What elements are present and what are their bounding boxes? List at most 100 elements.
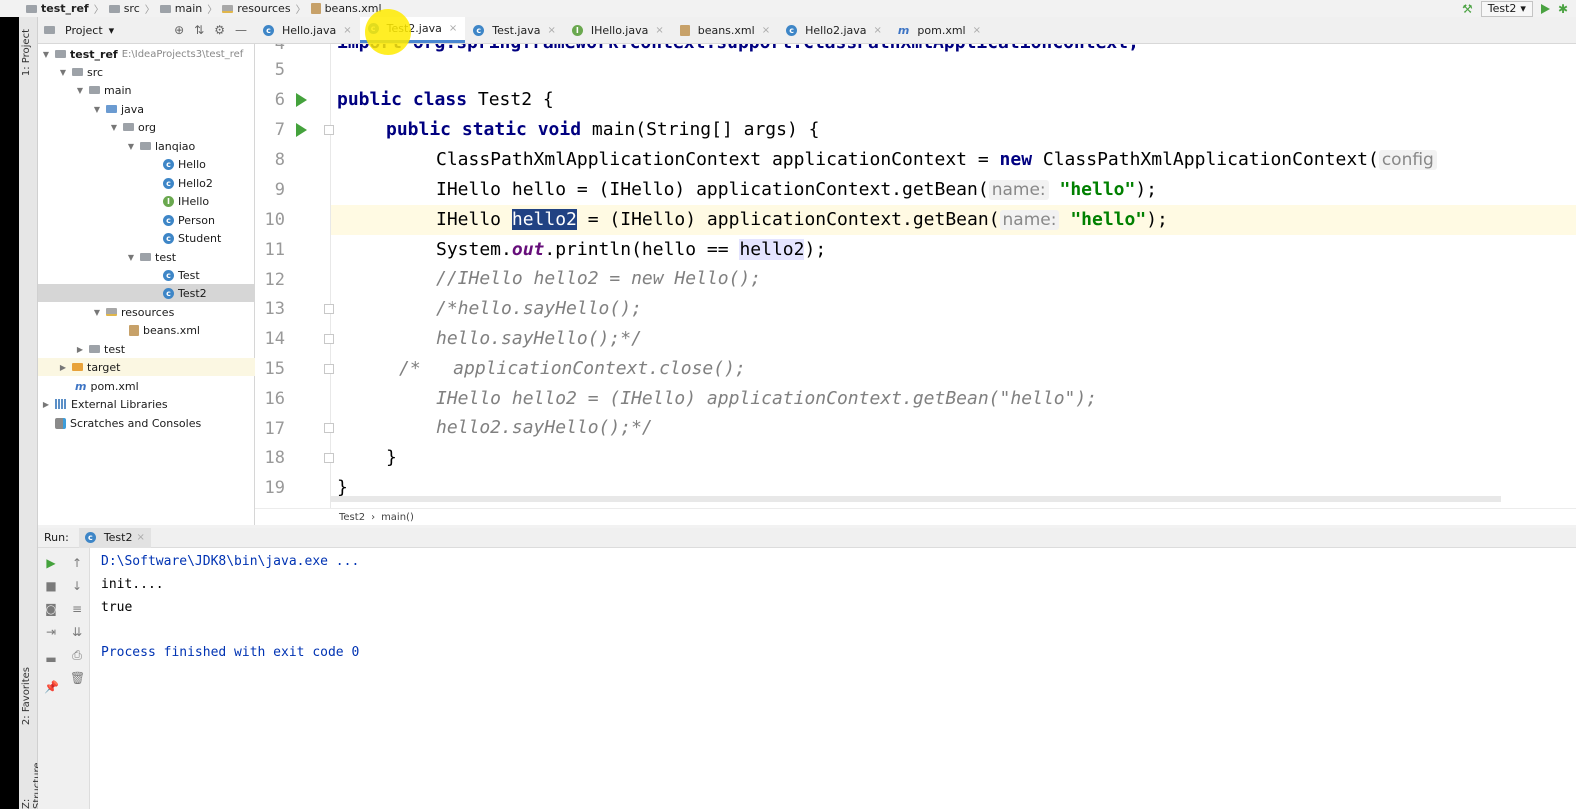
tab-test-java[interactable]: c Test.java × bbox=[465, 17, 564, 43]
tab-beans-xml[interactable]: beans.xml × bbox=[672, 17, 778, 43]
crumb-beans-xml[interactable]: beans.xml bbox=[310, 2, 382, 15]
tab-hello2-java[interactable]: c Hello2.java × bbox=[778, 17, 890, 43]
parameter-hint: name: bbox=[988, 180, 1049, 200]
tree-item-person[interactable]: c Person bbox=[38, 211, 255, 229]
tree-item-scratches[interactable]: Scratches and Consoles bbox=[38, 414, 255, 432]
close-icon[interactable]: × bbox=[449, 23, 457, 34]
line-number: 16 bbox=[264, 389, 285, 409]
favorites-tool-button[interactable]: 2: Favorites bbox=[21, 667, 32, 725]
fold-marker-icon[interactable] bbox=[324, 304, 334, 314]
tree-item-root[interactable]: ▼ test_ref E:\IdeaProjects3\test_ref bbox=[38, 45, 255, 63]
tool-window-strip: 1: Project 2: Favorites Z: Structure bbox=[19, 17, 43, 809]
expand-arrow-icon[interactable]: ▼ bbox=[41, 50, 51, 59]
tab-pom-xml[interactable]: m pom.xml × bbox=[890, 17, 989, 43]
expand-arrow-icon[interactable]: ▼ bbox=[75, 86, 85, 95]
line-number: 5 bbox=[274, 60, 285, 80]
crumb-src[interactable]: src 〉 bbox=[108, 1, 160, 16]
tree-item-resources[interactable]: ▼ resources bbox=[38, 303, 255, 321]
chevron-down-icon[interactable]: ▾ bbox=[109, 24, 115, 37]
collapse-arrow-icon[interactable]: ▶ bbox=[41, 400, 51, 409]
tree-item-pom[interactable]: m pom.xml bbox=[38, 377, 255, 395]
tab-hello-java[interactable]: c Hello.java × bbox=[255, 17, 360, 43]
close-icon[interactable]: × bbox=[655, 25, 663, 36]
camera-icon[interactable]: ◙ bbox=[44, 602, 58, 616]
tab-ihello-java[interactable]: I IHello.java × bbox=[564, 17, 672, 43]
package-icon bbox=[123, 123, 134, 131]
run-play-icon[interactable] bbox=[1540, 3, 1550, 14]
tree-item-test2[interactable]: c Test2 bbox=[38, 284, 255, 302]
tree-item-hello2[interactable]: c Hello2 bbox=[38, 174, 255, 192]
code-editor[interactable]: 4 5 6 7 8 9 10 11 12 13 14 15 16 17 18 1… bbox=[255, 44, 1576, 508]
close-icon[interactable]: × bbox=[547, 25, 555, 36]
horizontal-scrollbar[interactable] bbox=[331, 496, 1501, 502]
tree-item-test-package[interactable]: ▼ test bbox=[38, 248, 255, 266]
crumb-main[interactable]: main 〉 bbox=[159, 1, 222, 16]
project-tool-button[interactable]: 1: Project bbox=[21, 29, 32, 76]
expand-arrow-icon[interactable]: ▼ bbox=[126, 142, 136, 151]
project-view-select[interactable]: Project bbox=[65, 24, 103, 37]
collapse-all-icon[interactable]: ⇅ bbox=[194, 23, 204, 37]
class-icon: c bbox=[84, 532, 96, 543]
fold-marker-icon[interactable] bbox=[324, 423, 334, 433]
code-line-14: hello.sayHello();*/ bbox=[436, 328, 642, 349]
debug-bug-icon[interactable]: ✱ bbox=[1558, 2, 1568, 16]
close-icon[interactable]: × bbox=[343, 25, 351, 36]
run-gutter-icon[interactable] bbox=[296, 123, 307, 137]
expand-arrow-icon[interactable]: ▼ bbox=[126, 253, 136, 262]
print-icon[interactable]: ⎙ bbox=[70, 648, 84, 662]
run-console[interactable]: D:\Software\JDK8\bin\java.exe ... init..… bbox=[90, 548, 1576, 809]
gear-icon[interactable]: ⚙ bbox=[214, 23, 225, 37]
xml-file-icon bbox=[310, 3, 321, 14]
pin-icon[interactable]: 📌 bbox=[44, 680, 59, 694]
stop-icon[interactable]: ■ bbox=[44, 579, 58, 593]
crumb-project[interactable]: test_ref 〉 bbox=[26, 1, 109, 16]
tree-item-test-dir[interactable]: ▶ test bbox=[38, 340, 255, 358]
close-icon[interactable]: × bbox=[874, 25, 882, 36]
soft-wrap-icon[interactable]: ≡ bbox=[70, 602, 84, 616]
expand-arrow-icon[interactable]: ▼ bbox=[92, 105, 102, 114]
expand-arrow-icon[interactable]: ▼ bbox=[109, 123, 119, 132]
rerun-play-icon[interactable]: ▶ bbox=[44, 556, 58, 570]
up-arrow-icon[interactable]: ↑ bbox=[70, 556, 84, 570]
trash-icon[interactable]: 🗑 bbox=[70, 671, 85, 685]
collapse-arrow-icon[interactable]: ▶ bbox=[58, 363, 68, 372]
close-icon[interactable]: × bbox=[762, 25, 770, 36]
tree-item-hello[interactable]: c Hello bbox=[38, 155, 255, 173]
close-icon[interactable]: × bbox=[136, 532, 144, 543]
tree-item-test[interactable]: c Test bbox=[38, 266, 255, 284]
fold-marker-icon[interactable] bbox=[324, 364, 334, 374]
tree-item-ihello[interactable]: I IHello bbox=[38, 192, 255, 210]
expand-arrow-icon[interactable]: ▼ bbox=[92, 308, 102, 317]
scroll-to-end-icon[interactable]: ⇊ bbox=[70, 625, 84, 639]
close-icon[interactable]: × bbox=[973, 25, 981, 36]
breadcrumb-class[interactable]: Test2 bbox=[339, 512, 365, 523]
tree-item-java[interactable]: ▼ java bbox=[38, 100, 255, 118]
run-tab-test2[interactable]: c Test2 × bbox=[78, 527, 151, 548]
tree-item-target[interactable]: ▶ target bbox=[38, 358, 255, 376]
line-number: 8 bbox=[274, 150, 285, 170]
crumb-resources[interactable]: resources 〉 bbox=[222, 1, 310, 16]
build-hammer-icon[interactable]: ⚒ bbox=[1462, 2, 1473, 16]
class-icon: c bbox=[473, 24, 485, 36]
expand-arrow-icon[interactable]: ▼ bbox=[58, 68, 68, 77]
tree-item-main[interactable]: ▼ main bbox=[38, 81, 255, 99]
down-arrow-icon[interactable]: ↓ bbox=[70, 579, 84, 593]
fold-marker-icon[interactable] bbox=[324, 125, 334, 135]
breadcrumb-method[interactable]: main() bbox=[381, 512, 414, 523]
tree-item-org[interactable]: ▼ org bbox=[38, 118, 255, 136]
tree-item-external-libraries[interactable]: ▶ External Libraries bbox=[38, 395, 255, 413]
exit-icon[interactable]: ⇥ bbox=[44, 625, 58, 639]
tree-item-beans-xml[interactable]: beans.xml bbox=[38, 321, 255, 339]
code-line-6: public class Test2 { bbox=[337, 89, 554, 110]
run-configuration-select[interactable]: Test2 ▾ bbox=[1480, 0, 1533, 17]
tree-item-lanqiao[interactable]: ▼ lanqiao bbox=[38, 137, 255, 155]
layout-icon[interactable]: ▬ bbox=[44, 652, 58, 666]
collapse-arrow-icon[interactable]: ▶ bbox=[75, 345, 85, 354]
minimize-icon[interactable]: — bbox=[235, 23, 247, 37]
tree-item-src[interactable]: ▼ src bbox=[38, 63, 255, 81]
locate-icon[interactable]: ⊕ bbox=[174, 23, 184, 37]
fold-marker-icon[interactable] bbox=[324, 334, 334, 344]
run-gutter-icon[interactable] bbox=[296, 93, 307, 107]
tree-item-student[interactable]: c Student bbox=[38, 229, 255, 247]
fold-marker-icon[interactable] bbox=[324, 453, 334, 463]
